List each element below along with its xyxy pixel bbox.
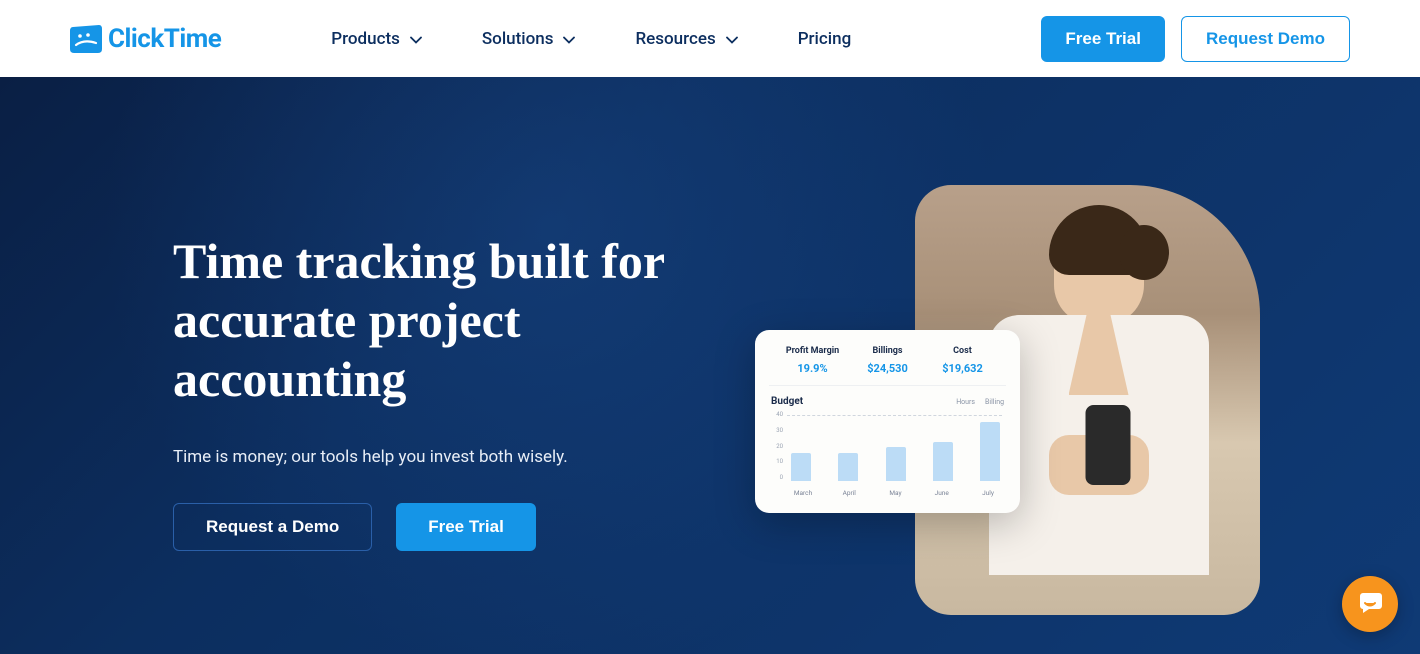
chat-icon bbox=[1356, 588, 1384, 620]
chart-x-axis: March April May June July bbox=[791, 489, 1000, 497]
metric-billings: Billings $24,530 bbox=[850, 346, 925, 375]
metric-label: Billings bbox=[850, 346, 925, 356]
main-nav: Products Solutions Resources Pricing bbox=[331, 29, 851, 49]
free-trial-button[interactable]: Free Trial bbox=[1041, 16, 1165, 62]
chart-bar bbox=[980, 422, 1000, 481]
budget-label: Budget bbox=[771, 396, 803, 407]
chart-bar bbox=[791, 453, 811, 481]
nav-label: Products bbox=[331, 29, 400, 49]
metric-cost: Cost $19,632 bbox=[925, 346, 1000, 375]
nav-label: Solutions bbox=[482, 29, 554, 49]
hero-content: Time tracking built for accurate project… bbox=[173, 232, 733, 551]
budget-header: Budget Hours Billing bbox=[769, 386, 1006, 411]
hero-image: Profit Margin 19.9% Billings $24,530 Cos… bbox=[915, 185, 1260, 615]
site-header: ClickTime Products Solutions Resources P… bbox=[0, 0, 1420, 77]
nav-solutions[interactable]: Solutions bbox=[482, 29, 576, 49]
budget-tabs: Hours Billing bbox=[956, 398, 1004, 406]
hero-request-demo-button[interactable]: Request a Demo bbox=[173, 503, 372, 551]
hero-title: Time tracking built for accurate project… bbox=[173, 232, 733, 409]
chart-x-label: June bbox=[930, 489, 954, 497]
hero-subtitle: Time is money; our tools help you invest… bbox=[173, 447, 733, 467]
chevron-down-icon bbox=[726, 29, 738, 49]
logo-icon bbox=[70, 25, 102, 53]
nav-products[interactable]: Products bbox=[331, 29, 422, 49]
metric-value: 19.9% bbox=[775, 362, 850, 375]
chat-launcher-button[interactable] bbox=[1342, 576, 1398, 632]
hero-section: Time tracking built for accurate project… bbox=[0, 77, 1420, 654]
request-demo-button[interactable]: Request Demo bbox=[1181, 16, 1350, 62]
chart-x-label: July bbox=[976, 489, 1000, 497]
chart-bar bbox=[838, 453, 858, 481]
nav-pricing[interactable]: Pricing bbox=[798, 29, 852, 49]
chart-x-label: May bbox=[884, 489, 908, 497]
hero-free-trial-button[interactable]: Free Trial bbox=[396, 503, 536, 551]
chart-x-label: March bbox=[791, 489, 815, 497]
logo[interactable]: ClickTime bbox=[70, 24, 221, 54]
metric-value: $24,530 bbox=[850, 362, 925, 375]
chart-bar bbox=[886, 447, 906, 481]
header-actions: Free Trial Request Demo bbox=[1041, 16, 1350, 62]
chart-bar bbox=[933, 442, 953, 481]
chevron-down-icon bbox=[410, 29, 422, 49]
hero-actions: Request a Demo Free Trial bbox=[173, 503, 733, 551]
metric-value: $19,632 bbox=[925, 362, 1000, 375]
nav-resources[interactable]: Resources bbox=[635, 29, 737, 49]
metric-profit-margin: Profit Margin 19.9% bbox=[775, 346, 850, 375]
budget-chart: 40 30 20 10 0 March April May June July bbox=[769, 411, 1006, 499]
nav-label: Pricing bbox=[798, 29, 852, 49]
nav-label: Resources bbox=[635, 29, 715, 49]
chart-y-axis: 40 30 20 10 0 bbox=[769, 411, 783, 481]
metric-label: Profit Margin bbox=[775, 346, 850, 356]
metrics-row: Profit Margin 19.9% Billings $24,530 Cos… bbox=[769, 346, 1006, 386]
chevron-down-icon bbox=[563, 29, 575, 49]
budget-tab-hours[interactable]: Hours bbox=[956, 398, 975, 406]
chart-bars bbox=[791, 419, 1000, 481]
dashboard-card: Profit Margin 19.9% Billings $24,530 Cos… bbox=[755, 330, 1020, 513]
chart-x-label: April bbox=[837, 489, 861, 497]
logo-text: ClickTime bbox=[108, 24, 221, 54]
metric-label: Cost bbox=[925, 346, 1000, 356]
budget-tab-billing[interactable]: Billing bbox=[985, 398, 1004, 406]
